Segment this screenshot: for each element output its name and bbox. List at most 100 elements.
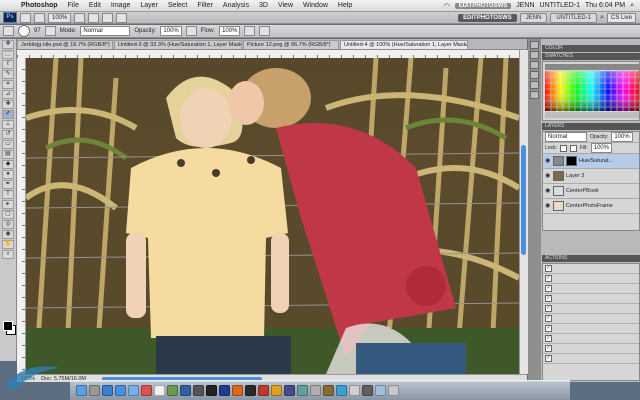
menu-edit[interactable]: Edit — [84, 2, 106, 9]
3d-orbit-tool-icon[interactable]: ◉ — [2, 230, 14, 239]
arrange-documents-icon[interactable] — [102, 12, 114, 23]
action-row[interactable]: ✓ — [543, 344, 639, 354]
quick-select-tool-icon[interactable]: ✎ — [2, 70, 14, 79]
menu-file[interactable]: File — [63, 2, 84, 9]
pen-tool-icon[interactable]: ✒ — [2, 180, 14, 189]
eyedropper-tool-icon[interactable]: ⊿ — [2, 90, 14, 99]
hand-tool-icon[interactable]: ✋ — [2, 240, 14, 249]
blend-mode-select[interactable]: Normal — [545, 132, 587, 142]
app-icon-2[interactable] — [284, 385, 295, 396]
wifi-icon[interactable]: ◠ — [444, 2, 450, 10]
lock-pixels-icon[interactable] — [569, 144, 577, 152]
mail-icon[interactable] — [102, 385, 113, 396]
action-check-icon[interactable]: ✓ — [545, 355, 552, 362]
pressure-size-icon[interactable] — [259, 26, 271, 36]
action-check-icon[interactable]: ✓ — [545, 335, 552, 342]
workspace-untitled-button[interactable]: UNTITLED-1 — [550, 12, 598, 23]
screen-mode-icon[interactable] — [116, 12, 128, 23]
workspace-badge[interactable]: EDITPHOTOSWS — [454, 2, 512, 9]
zoom-tool-icon[interactable] — [88, 12, 100, 23]
paragraph-panel-icon[interactable] — [530, 91, 539, 99]
action-row[interactable]: ✓ — [543, 314, 639, 324]
action-check-icon[interactable]: ✓ — [545, 275, 552, 282]
photoshop-dock-icon[interactable] — [219, 385, 230, 396]
type-tool-icon[interactable]: T — [2, 190, 14, 199]
brush-preview-icon[interactable] — [18, 25, 30, 37]
hand-tool-icon[interactable] — [74, 12, 86, 23]
search-icon[interactable]: ⌕ — [600, 14, 604, 22]
brush-tool-preset-icon[interactable] — [3, 26, 14, 36]
app-icon-7[interactable] — [349, 385, 360, 396]
menu-window[interactable]: Window — [298, 2, 333, 9]
airbrush-icon[interactable] — [244, 26, 256, 36]
system-preferences-icon[interactable] — [193, 385, 204, 396]
app-icon-6[interactable] — [336, 385, 347, 396]
ichat-icon[interactable] — [128, 385, 139, 396]
menu-help[interactable]: Help — [333, 2, 357, 9]
user-name[interactable]: JENN — [516, 2, 534, 9]
spotlight-icon[interactable]: ⌕ — [630, 2, 634, 10]
marquee-tool-icon[interactable]: ⬚ — [2, 50, 14, 59]
cs-live-button[interactable]: CS Live — [606, 12, 636, 23]
brush-tool-icon[interactable]: ✐ — [2, 110, 14, 119]
menu-layer[interactable]: Layer — [135, 2, 163, 9]
tab-document-4[interactable]: Untitled-4 @ 100% (Hue/Saturation 1, Lay… — [340, 40, 468, 49]
lasso-tool-icon[interactable]: ℓ — [2, 60, 14, 69]
menu-app-photoshop[interactable]: Photoshop — [16, 2, 63, 9]
trash-icon[interactable] — [388, 385, 399, 396]
swatches-tab[interactable]: SWATCHES — [545, 53, 573, 59]
zoom-tool-icon[interactable]: ⌕ — [2, 250, 14, 259]
menu-analysis[interactable]: Analysis — [218, 2, 254, 9]
3d-rotate-tool-icon[interactable]: ◎ — [2, 220, 14, 229]
eraser-tool-icon[interactable]: ▭ — [2, 140, 14, 149]
actions-panel-header[interactable]: ACTIONS — [542, 255, 640, 262]
action-check-icon[interactable]: ✓ — [545, 305, 552, 312]
character-panel-icon[interactable] — [530, 81, 539, 89]
safari-icon[interactable] — [115, 385, 126, 396]
brush-panel-icon[interactable] — [44, 26, 56, 36]
layer-fill-field[interactable]: 100% — [590, 143, 613, 153]
history-panel-icon[interactable] — [530, 41, 539, 49]
tab-document-2[interactable]: Untitled-3 @ 33.3% (Hue/Saturation 1, La… — [114, 40, 242, 49]
gradient-tool-icon[interactable]: ▤ — [2, 150, 14, 159]
action-check-icon[interactable]: ✓ — [545, 295, 552, 302]
lock-transparency-icon[interactable] — [559, 144, 567, 152]
action-row[interactable]: ✓ — [543, 274, 639, 284]
action-check-icon[interactable]: ✓ — [545, 315, 552, 322]
eye-icon[interactable]: ◉ — [545, 188, 551, 194]
crop-tool-icon[interactable]: ⌗ — [2, 80, 14, 89]
layers-tab[interactable]: LAYERS — [545, 123, 564, 129]
bridge-dock-icon[interactable] — [245, 385, 256, 396]
ical-icon[interactable] — [154, 385, 165, 396]
zoom-level-select[interactable]: 100% — [48, 12, 72, 23]
history-brush-tool-icon[interactable]: ↺ — [2, 130, 14, 139]
app-icon-5[interactable] — [323, 385, 334, 396]
layer-mask-thumbnail[interactable] — [566, 156, 577, 166]
mode-select[interactable]: Normal — [80, 26, 131, 36]
action-row[interactable]: ✓ — [543, 304, 639, 314]
opacity-field[interactable]: 100% — [160, 26, 182, 36]
document-canvas[interactable] — [26, 58, 519, 374]
layer-row-centerpbook[interactable]: ◉ CenterPBook — [543, 184, 639, 199]
dodge-tool-icon[interactable]: ● — [2, 170, 14, 179]
pressure-opacity-icon[interactable] — [185, 26, 197, 36]
color-tab[interactable]: COLOR — [545, 45, 563, 51]
action-row[interactable]: ✓ — [543, 264, 639, 274]
dashboard-icon[interactable] — [89, 385, 100, 396]
tab-document-3[interactable]: Picture 12.png @ 66.7% (RGB/8*) — [243, 40, 339, 49]
shape-tool-icon[interactable]: ▢ — [2, 210, 14, 219]
menu-filter[interactable]: Filter — [192, 2, 218, 9]
action-row[interactable]: ✓ — [543, 294, 639, 304]
app-icon-3[interactable] — [297, 385, 308, 396]
action-row[interactable]: ✓ — [543, 284, 639, 294]
swatches-panel-header[interactable]: SWATCHES — [542, 53, 640, 60]
color-panel-header[interactable]: COLOR — [542, 45, 640, 52]
app-icon-4[interactable] — [310, 385, 321, 396]
layers-panel-header[interactable]: LAYERS — [542, 123, 640, 130]
layer-row-layer-3[interactable]: ◉ Layer 3 — [543, 169, 639, 184]
iphoto-icon[interactable] — [167, 385, 178, 396]
mini-bridge-icon[interactable] — [34, 12, 45, 23]
swatches-colors[interactable] — [545, 64, 639, 118]
masks-panel-icon[interactable] — [530, 71, 539, 79]
bridge-icon[interactable] — [20, 12, 31, 23]
